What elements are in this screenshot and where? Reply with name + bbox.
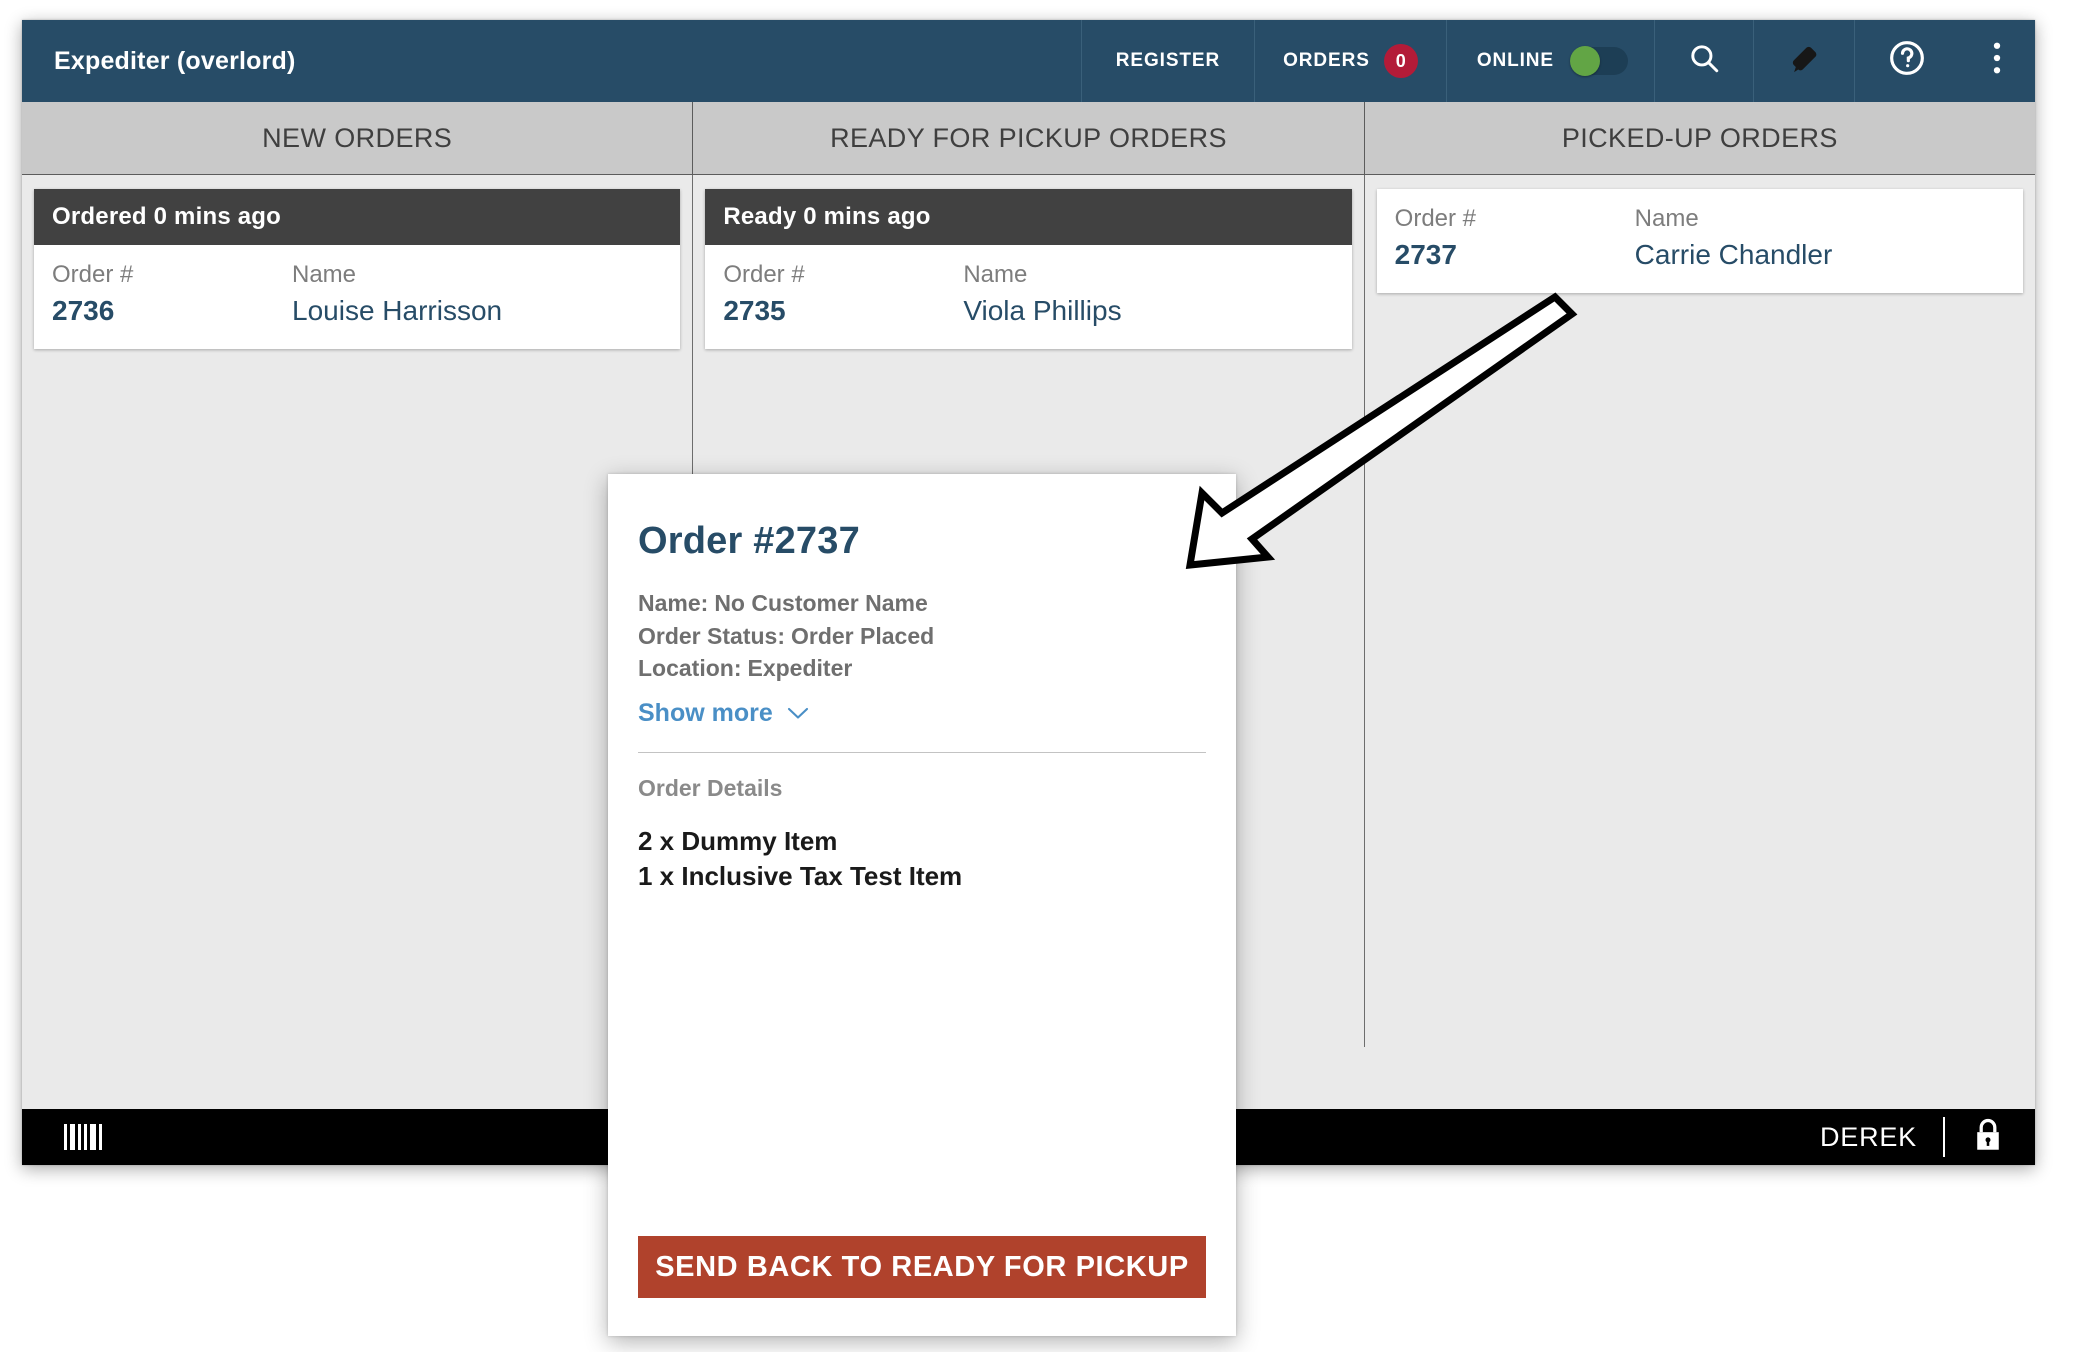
order-card[interactable]: Ordered 0 mins ago Order # 2736 Name Lou…: [34, 189, 681, 350]
register-button[interactable]: REGISTER: [1080, 20, 1254, 102]
orders-button[interactable]: ORDERS 0: [1254, 20, 1446, 102]
online-toggle-knob: [1570, 46, 1600, 76]
modal-divider: [638, 751, 1206, 753]
order-number-field: Order # 2735: [723, 261, 963, 327]
order-items-list: 2 x Dummy Item 1 x Inclusive Tax Test It…: [638, 824, 1206, 893]
order-card[interactable]: Ready 0 mins ago Order # 2735 Name Viola…: [705, 189, 1352, 350]
list-item: 2 x Dummy Item: [638, 825, 838, 856]
order-number-field: Order # 2736: [52, 261, 292, 327]
send-back-to-ready-for-pickup-button[interactable]: SEND BACK TO READY FOR PICKUP: [638, 1236, 1206, 1298]
list-item: 1 x Inclusive Tax Test Item: [638, 860, 963, 891]
column-new-orders: Ordered 0 mins ago Order # 2736 Name Lou…: [22, 175, 694, 1047]
modal-meta-status: Order Status: Order Placed: [638, 620, 1206, 653]
order-details-label: Order Details: [638, 774, 783, 801]
app-title: Expediter (overlord): [54, 46, 296, 75]
customer-name-field: Name Viola Phillips: [963, 261, 1121, 327]
order-number-label: Order #: [723, 261, 805, 288]
modal-meta-status-label: Order Status:: [638, 622, 785, 649]
column-picked-up: Order # 2737 Name Carrie Chandler: [1365, 175, 2035, 1047]
lock-button[interactable]: [1971, 1116, 2035, 1159]
overflow-menu-button[interactable]: [1959, 20, 2035, 102]
customer-name-label: Name: [963, 261, 1028, 288]
order-card-fields: Order # 2736 Name Louise Harrisson: [34, 245, 680, 349]
modal-meta-location: Location: Expediter: [638, 652, 1206, 685]
tag-button[interactable]: [1753, 20, 1854, 102]
show-more-label: Show more: [638, 698, 773, 727]
search-button[interactable]: [1654, 20, 1753, 102]
customer-name-label: Name: [292, 261, 357, 288]
column-headers: NEW ORDERS READY FOR PICKUP ORDERS PICKE…: [22, 102, 2035, 175]
lock-icon: [1971, 1116, 2005, 1159]
online-label: ONLINE: [1476, 50, 1554, 71]
search-icon: [1687, 41, 1721, 81]
order-number-label: Order #: [1394, 205, 1477, 232]
show-more-toggle[interactable]: Show more: [638, 699, 810, 728]
order-number-field: Order # 2737: [1395, 205, 1635, 271]
modal-meta-location-value: Expediter: [747, 655, 853, 682]
order-card-time: Ordered 0 mins ago: [34, 189, 681, 245]
help-circle-icon: [1887, 38, 1927, 84]
orders-count-badge: 0: [1383, 44, 1418, 78]
status-bar-user: DEREK: [1819, 1121, 1917, 1152]
screenshot-stage: Expediter (overlord) REGISTER ORDERS 0 O…: [0, 0, 2080, 1352]
column-header-ready-for-pickup: READY FOR PICKUP ORDERS: [693, 102, 1365, 174]
online-toggle-switch[interactable]: [1570, 46, 1628, 76]
customer-name-value: Louise Harrisson: [292, 294, 503, 326]
order-card-fields: Order # 2735 Name Viola Phillips: [705, 245, 1351, 349]
help-button[interactable]: [1854, 20, 1959, 102]
customer-name-value: Viola Phillips: [963, 294, 1122, 326]
order-number-value: 2736: [52, 294, 115, 326]
status-bar-divider: [1943, 1117, 1945, 1157]
top-app-bar: Expediter (overlord) REGISTER ORDERS 0 O…: [22, 20, 2035, 102]
customer-name-value: Carrie Chandler: [1634, 238, 1833, 270]
modal-meta-name-value: No Customer Name: [714, 590, 928, 616]
modal-meta-name: Name: No Customer Name: [638, 587, 1206, 620]
orders-label: ORDERS: [1283, 50, 1370, 71]
customer-name-field: Name Louise Harrisson: [292, 261, 502, 327]
customer-name-field: Name Carrie Chandler: [1635, 205, 1833, 271]
online-toggle[interactable]: ONLINE: [1445, 20, 1654, 102]
modal-meta-status-value: Order Placed: [790, 622, 935, 649]
order-number-value: 2737: [1394, 238, 1457, 270]
customer-name-label: Name: [1634, 205, 1699, 232]
barcode-icon[interactable]: [64, 1124, 102, 1150]
modal-meta-location-label: Location:: [638, 655, 742, 682]
modal-title: Order #2737: [638, 520, 860, 562]
modal-meta-name-label: Name:: [638, 590, 709, 616]
order-number-value: 2735: [723, 294, 786, 326]
order-card[interactable]: Order # 2737 Name Carrie Chandler: [1376, 189, 2023, 294]
order-detail-modal: Order #2737 Name: No Customer Name Order …: [608, 474, 1236, 1336]
more-vertical-icon: [1991, 41, 2003, 81]
register-label: REGISTER: [1115, 50, 1221, 71]
order-card-fields: Order # 2737 Name Carrie Chandler: [1377, 189, 2023, 293]
column-header-new-orders: NEW ORDERS: [22, 102, 694, 174]
tag-icon: [1786, 40, 1822, 82]
column-header-picked-up: PICKED-UP ORDERS: [1561, 122, 1838, 153]
order-card-time: Ready 0 mins ago: [705, 189, 1352, 245]
order-number-label: Order #: [52, 261, 134, 288]
chevron-down-icon: [786, 699, 810, 728]
